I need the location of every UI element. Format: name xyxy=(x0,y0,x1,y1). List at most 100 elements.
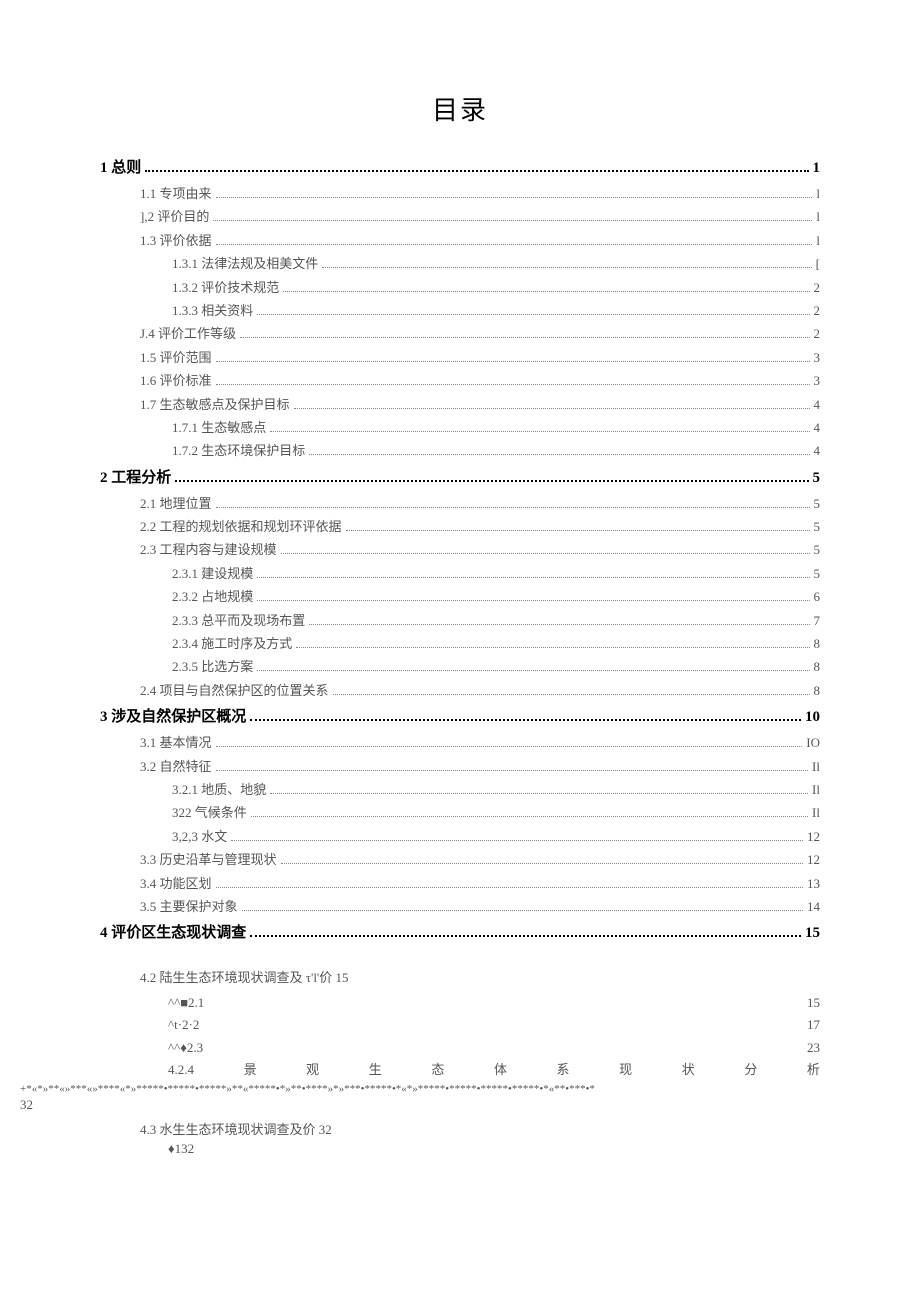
toc-label: 1.5 评价范围 xyxy=(140,346,212,369)
toc-leader-dots xyxy=(270,431,809,432)
toc-page-number: 12 xyxy=(807,825,820,848)
toc-label: 1.7.1 生态敏感点 xyxy=(172,416,266,439)
toc-leader-dots xyxy=(257,600,809,601)
toc-entry: 2.1 地理位置5 xyxy=(100,492,820,515)
toc-page-number: 5 xyxy=(814,538,821,561)
toc-page-number: 8 xyxy=(814,679,821,702)
toc-entry: 1.3 评价依据l xyxy=(100,229,820,252)
toc-leader-dots xyxy=(296,647,809,648)
toc-page-number: 4 xyxy=(814,393,821,416)
toc-label: 2.3 工程内容与建设规模 xyxy=(140,538,277,561)
toc-page-number: 3 xyxy=(814,346,821,369)
toc-label: 3.5 主要保护对象 xyxy=(140,895,238,918)
spread-char: 景 xyxy=(244,1059,257,1081)
toc-page-number: l xyxy=(816,205,820,228)
toc-page-number: 5 xyxy=(814,562,821,585)
toc-page-number: 3 xyxy=(814,369,821,392)
toc-entry: 2.4 项目与自然保护区的位置关系8 xyxy=(100,679,820,702)
toc-entry: 3.3 历史沿革与管理现状 12 xyxy=(100,848,820,871)
section-4-2-head: 4.2 陆生生态环境现状调查及 τ'l'价 15 xyxy=(100,967,820,986)
spread-char: 观 xyxy=(306,1059,319,1081)
toc-page-number: 4 xyxy=(814,416,821,439)
toc-label: 3.4 功能区划 xyxy=(140,872,212,895)
toc-label: 2 工程分析 xyxy=(100,465,171,492)
toc-entry: 3,2,3 水文12 xyxy=(100,825,820,848)
toc-page-number: 7 xyxy=(814,609,821,632)
sub-label: ♦1 xyxy=(168,1138,181,1160)
toc-entry: 1.7.2 生态环境保护目标4 xyxy=(100,439,820,462)
toc-label: 3.2 自然特征 xyxy=(140,755,212,778)
toc-leader-dots xyxy=(216,384,810,385)
toc-label: 1.7.2 生态环境保护目标 xyxy=(172,439,305,462)
toc-label: 2.2 工程的规划依据和规划环评依据 xyxy=(140,515,342,538)
toc-entry: 2 工程分析5 xyxy=(100,465,820,492)
section-4-2: 4.2 陆生生态环境现状调查及 τ'l'价 15 ^^■2.115^t·2·21… xyxy=(100,967,820,1159)
section-4-3-head: 4.3 水生生态环境现状调查及价 32 xyxy=(100,1119,820,1138)
toc-leader-dots xyxy=(216,887,803,888)
toc-page-number: 10 xyxy=(805,704,820,731)
toc-page-number: 8 xyxy=(814,655,821,678)
section-4-2-sub-row: ^^♦2.3 23 xyxy=(100,1037,820,1059)
toc-label: 2.3.2 占地规模 xyxy=(172,585,253,608)
toc-entry: 1.3.2 评价技术规范 2 xyxy=(100,276,820,299)
toc-leader-dots xyxy=(294,408,810,409)
spread-char: 状 xyxy=(682,1059,695,1081)
toc-page-number: 1 xyxy=(813,155,821,182)
toc-label: 2.3.4 施工时序及方式 xyxy=(172,632,292,655)
toc-entry: 2.3.2 占地规模6 xyxy=(100,585,820,608)
toc-page-number: 2 xyxy=(814,322,821,345)
toc-leader-dots xyxy=(346,530,810,531)
toc-entry: 2.3.3 总平而及现场布置 7 xyxy=(100,609,820,632)
section-4-2-sub-row: ^t·2·217 xyxy=(100,1014,820,1036)
toc-page-number: l xyxy=(816,182,820,205)
toc-label: 3.2.1 地质、地貌 xyxy=(172,778,266,801)
toc-leader-dots xyxy=(270,793,808,794)
toc-leader-dots xyxy=(216,197,813,198)
toc-page-number: 15 xyxy=(805,920,820,947)
garbled-line: +*«*»**«»***«»****«*»*****•*****•*****»*… xyxy=(20,1083,900,1095)
toc-leader-dots xyxy=(281,863,803,864)
toc-leader-dots xyxy=(251,816,808,817)
toc-entry: 3.4 功能区划13 xyxy=(100,872,820,895)
toc-leader-dots xyxy=(257,670,809,671)
toc-label: 3 涉及自然保护区概况 xyxy=(100,704,246,731)
toc-leader-dots xyxy=(257,577,809,578)
toc-label: 3.3 历史沿革与管理现状 xyxy=(140,848,277,871)
sub-label: ^^♦2.3 xyxy=(168,1037,203,1059)
toc-entry: 1.3.3 相关资料2 xyxy=(100,299,820,322)
section-4-2-4-row: 4.2.4景观生态体系现状分析 xyxy=(100,1059,820,1081)
toc-label: 2.3.3 总平而及现场布置 xyxy=(172,609,305,632)
spread-char: 现 xyxy=(619,1059,632,1081)
toc-page-number: Il xyxy=(812,755,820,778)
toc-leader-dots xyxy=(231,840,803,841)
toc-entry: 3.5 主要保护对象14 xyxy=(100,895,820,918)
sub-page: 23 xyxy=(807,1037,820,1059)
toc-page-number: IO xyxy=(806,731,820,754)
sub-label: ^^■2.1 xyxy=(168,992,204,1014)
toc-entry: 2.3 工程内容与建设规模 5 xyxy=(100,538,820,561)
spread-char: 态 xyxy=(431,1059,444,1081)
spread-char: 生 xyxy=(369,1059,382,1081)
toc-entry: 3.2 自然特征 Il xyxy=(100,755,820,778)
section-4-3-sub-row: ♦1 32 xyxy=(100,1138,820,1160)
toc-page-number: 2 xyxy=(814,276,821,299)
toc-page-number: 12 xyxy=(807,848,820,871)
toc-page-number: Il xyxy=(812,778,820,801)
toc-label: 1.3.2 评价技术规范 xyxy=(172,276,279,299)
toc-leader-dots xyxy=(250,935,801,937)
toc-entry: 2.3.5 比选方案8 xyxy=(100,655,820,678)
toc-entry: 1 总则1 xyxy=(100,155,820,182)
toc-leader-dots xyxy=(213,220,812,221)
toc-page-number: 5 xyxy=(814,515,821,538)
toc-leader-dots xyxy=(216,507,810,508)
toc-leader-dots xyxy=(216,361,810,362)
toc-label: 1.1 专项由来 xyxy=(140,182,212,205)
toc-entry: 2.3.4 施工时序及方式8 xyxy=(100,632,820,655)
spread-char: 体 xyxy=(494,1059,507,1081)
toc-leader-dots xyxy=(216,770,809,771)
toc-entry: 3.2.1 地质、地貌 Il xyxy=(100,778,820,801)
document-page: 目录 1 总则11.1 专项由来l],2 评价目的l1.3 评价依据l1.3.1… xyxy=(0,0,920,1302)
toc-entry: 4 评价区生态现状调查15 xyxy=(100,920,820,947)
toc-leader-dots xyxy=(250,719,801,721)
toc-page-number: l xyxy=(816,229,820,252)
